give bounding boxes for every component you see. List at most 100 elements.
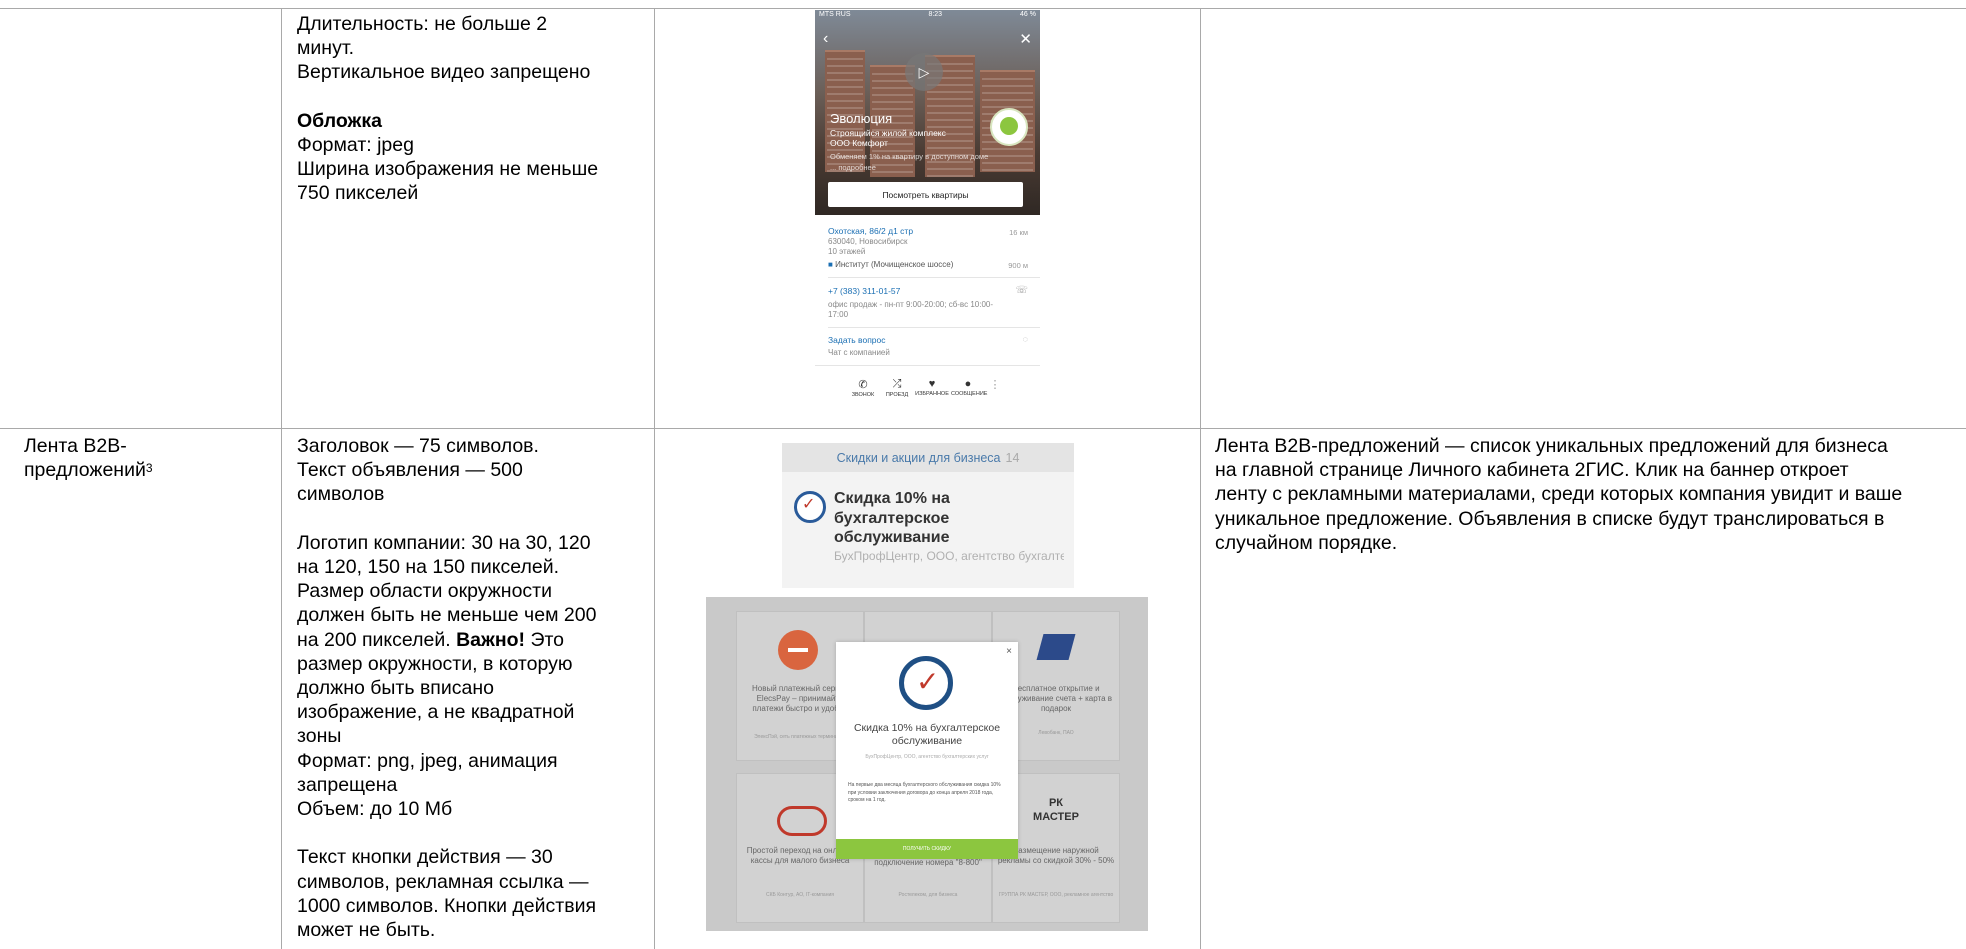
view-apartments-button[interactable]: Посмотреть квартиры [828, 182, 1023, 207]
cloud-icon [777, 806, 827, 836]
get-discount-button[interactable]: ПОЛУЧИТЬ СКИДКУ [836, 839, 1018, 859]
modal-company: БухПрофЦентр, ООО, агентство бухгалтерск… [865, 754, 989, 760]
tab-favorites[interactable]: ♥ ИЗБРАННОЕ [915, 378, 949, 397]
text-line: Длительность: не больше 2 [297, 13, 548, 35]
back-icon[interactable]: ‹ [823, 30, 828, 48]
phone-hours: офис продаж - пн-пт 9:00-20:00; сб-вс 10… [828, 300, 993, 319]
tab-message[interactable]: ● СООБЩЕНИЕ [951, 378, 987, 397]
status-bar: MTS RUS 8:23 46 % [819, 11, 1036, 21]
stop-distance: 900 м [1008, 261, 1028, 270]
text-line [297, 821, 647, 845]
table-column-divider [281, 8, 282, 949]
project-note: Обменяем 1% на квартиру в доступном доме [830, 152, 989, 161]
text-line: Лента B2B-предложений — список уникальны… [1215, 435, 1888, 457]
text-line: Текст кнопки действия — 30 [297, 846, 553, 869]
offer-modal: × Скидка 10% на бухгалтерское обслуживан… [836, 642, 1018, 859]
rk-master-logo: РК МАСТЕР [1033, 797, 1079, 823]
phone-screenshot: MTS RUS 8:23 46 % ‹ ✕ ▷ Эволюция Строящи… [815, 10, 1040, 403]
divider [828, 327, 1040, 328]
text-line: на 200 пикселей. Важно! Это [297, 628, 565, 651]
bus-icon: ■ [828, 260, 833, 269]
tab-route[interactable]: ⤮ ПРОЕЗД [880, 378, 914, 398]
offer-title[interactable]: Скидка 10% на бухгалтерское обслуживание [834, 489, 1024, 548]
text-line: Заголовок — 75 символов. [297, 435, 539, 457]
phone-icon[interactable]: ☏ [1015, 285, 1028, 296]
text-line: Текст объявления — 500 [297, 459, 523, 482]
phone-number-link[interactable]: +7 (383) 311-01-57 [828, 286, 900, 296]
text-line: Обложка [297, 109, 382, 132]
chat-icon[interactable]: ◌ [1023, 334, 1028, 344]
floors: 10 этажей [828, 247, 866, 256]
project-more[interactable]: ... подробнее [830, 163, 876, 173]
tab-call[interactable]: ✆ ЗВОНОК [846, 378, 880, 398]
text-line [297, 85, 647, 109]
address-link[interactable]: Охотская, 86/2 д1 стр [828, 226, 913, 236]
table-column-divider [1200, 8, 1201, 949]
message-icon: ● [964, 378, 972, 390]
divider [828, 277, 1040, 278]
text-line: 1000 символов. Кнопки действия [297, 894, 597, 917]
text-line: символов [297, 483, 385, 506]
close-icon[interactable]: ✕ [1019, 30, 1032, 48]
text-line: запрещена [297, 773, 398, 796]
modal-body: На первые два месяца бухгалтерского обсл… [848, 782, 1001, 803]
table-column-divider [654, 8, 655, 949]
project-type: Строящийся жилой комплекс [830, 128, 946, 138]
ask-question-sub: Чат с компанией [828, 348, 890, 357]
text-line: ленту с рекламными материалами, среди ко… [1215, 483, 1903, 506]
status-battery: 46 % [1020, 11, 1036, 18]
text-line: на главной странице Личного кабинета 2ГИ… [1215, 459, 1849, 482]
text-line: зоны [297, 725, 342, 748]
text-line: уникальное предложение. Объявления в спи… [1215, 507, 1885, 530]
address-distance: 16 км [1009, 228, 1028, 237]
elecspay-logo [778, 630, 818, 670]
text-line: размер окружности, в которую [297, 652, 573, 675]
company-logo [899, 656, 953, 710]
row2-requirements-text: Заголовок — 75 символов. Текст объявления… [297, 434, 647, 942]
text-line: 750 пикселей [297, 182, 419, 205]
text-line: случайном порядке. [1215, 531, 1398, 554]
company-logo [794, 491, 826, 523]
text-line: должно быть вписано [297, 677, 494, 700]
text-line: может не быть. [297, 919, 436, 942]
row2-description-text: Лента B2B-предложений — список уникальны… [1215, 434, 1965, 555]
text-line: Вертикальное видео запрещено [297, 61, 591, 84]
project-company: ООО Комфорт [830, 138, 888, 148]
ask-question-link[interactable]: Задать вопрос [828, 335, 886, 345]
footnote-mark: 3 [145, 461, 153, 476]
table-row-divider [0, 428, 1966, 429]
text-line: минут. [297, 37, 355, 60]
play-icon[interactable]: ▷ [905, 53, 943, 91]
transit-stop: ■ Институт (Мочищенское шоссе) [828, 260, 954, 269]
text-line: Логотип компании: 30 на 30, 120 [297, 531, 591, 554]
offers-count: 14 [1005, 450, 1020, 465]
project-name: Эволюция [830, 111, 893, 126]
status-carrier: MTS RUS [819, 11, 851, 18]
table-top-border [0, 8, 1966, 9]
row1-requirements-text: Длительность: не больше 2 минут. Вертикаль… [297, 12, 647, 206]
row2-format-name: Лента B2B- предложений3 [24, 435, 153, 482]
more-icon[interactable]: ⋮ [985, 378, 1005, 392]
document-table: Длительность: не больше 2 минут. Вертикаль… [0, 0, 1966, 949]
text-line [297, 507, 647, 531]
divider [815, 365, 1040, 366]
modal-title: Скидка 10% на бухгалтерское обслуживание [853, 722, 1001, 747]
text-line: должен быть не меньше чем 200 [297, 604, 597, 627]
route-icon: ⤮ [892, 378, 902, 390]
offer-company: БухПрофЦентр, ООО, агентство бухгалтерск… [834, 549, 1064, 563]
text-line: Формат: jpeg [297, 134, 414, 156]
project-logo [990, 108, 1028, 146]
status-time: 8:23 [928, 11, 943, 18]
bank-logo [1036, 634, 1076, 660]
text-line: изображение, а не квадратной [297, 701, 575, 724]
text-line: Объем: до 10 Мб [297, 798, 453, 821]
text-line: символов, рекламная ссылка — [297, 870, 589, 893]
text-line: Ширина изображения не меньше [297, 158, 599, 181]
close-icon[interactable]: × [1006, 646, 1012, 657]
text-line: Формат: png, jpeg, анимация [297, 749, 558, 772]
card-header[interactable]: Скидки и акции для бизнеса 14 [782, 443, 1074, 472]
heart-icon: ♥ [928, 378, 936, 390]
b2b-card[interactable]: Скидки и акции для бизнеса14 Скидка 10% … [782, 443, 1074, 588]
text-line: на 120, 150 на 150 пикселей. [297, 556, 560, 578]
phone-icon: ✆ [858, 379, 868, 391]
